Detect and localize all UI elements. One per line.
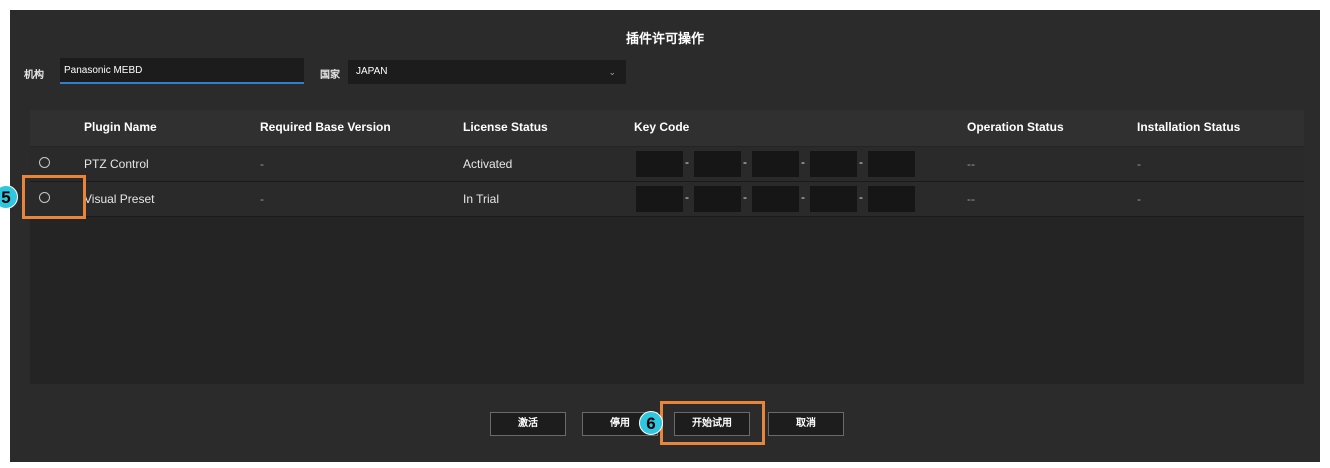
key-separator: - bbox=[743, 155, 747, 169]
header-key-code: Key Code bbox=[634, 120, 690, 134]
activate-button[interactable]: 激活 bbox=[490, 412, 566, 436]
step6-badge: 6 bbox=[639, 411, 663, 435]
key-separator: - bbox=[859, 155, 863, 169]
key-separator: - bbox=[685, 190, 689, 204]
key-code-field-5[interactable] bbox=[868, 186, 915, 212]
key-separator: - bbox=[685, 155, 689, 169]
cancel-button[interactable]: 取消 bbox=[768, 412, 844, 436]
key-separator: - bbox=[801, 190, 805, 204]
key-separator: - bbox=[859, 190, 863, 204]
header-plugin-name: Plugin Name bbox=[84, 120, 157, 134]
header-operation-status: Operation Status bbox=[967, 120, 1064, 134]
installation-status: - bbox=[1137, 157, 1141, 171]
table-header: Plugin Name Required Base Version Licens… bbox=[30, 110, 1304, 146]
plugin-name: PTZ Control bbox=[84, 157, 149, 171]
key-code-field-2[interactable] bbox=[694, 151, 741, 177]
key-code-field-2[interactable] bbox=[694, 186, 741, 212]
key-code-field-1[interactable] bbox=[636, 186, 683, 212]
chevron-down-icon: ⌄ bbox=[608, 67, 616, 77]
key-code-field-5[interactable] bbox=[868, 151, 915, 177]
key-separator: - bbox=[743, 190, 747, 204]
step6-highlight bbox=[660, 401, 765, 445]
table-row[interactable]: PTZ Control - Activated - - - - -- - bbox=[30, 147, 1304, 182]
license-status: In Trial bbox=[463, 192, 500, 206]
key-code-field-3[interactable] bbox=[752, 151, 799, 177]
key-code-field-1[interactable] bbox=[636, 151, 683, 177]
country-label: 国家 bbox=[320, 70, 340, 81]
country-value: JAPAN bbox=[356, 66, 388, 77]
header-installation-status: Installation Status bbox=[1137, 120, 1241, 134]
key-separator: - bbox=[801, 155, 805, 169]
table-row[interactable]: Visual Preset - In Trial - - - - -- - bbox=[30, 182, 1304, 217]
plugin-name: Visual Preset bbox=[84, 192, 155, 206]
header-license-status: License Status bbox=[463, 120, 548, 134]
key-code-field-4[interactable] bbox=[810, 186, 857, 212]
operation-status: -- bbox=[967, 192, 975, 206]
key-code-field-3[interactable] bbox=[752, 186, 799, 212]
key-code-field-4[interactable] bbox=[810, 151, 857, 177]
installation-status: - bbox=[1137, 192, 1141, 206]
row-radio[interactable] bbox=[39, 157, 50, 168]
base-version: - bbox=[260, 192, 264, 206]
country-select[interactable]: JAPAN ⌄ bbox=[348, 60, 626, 84]
header-required-base-version: Required Base Version bbox=[260, 120, 391, 134]
base-version: - bbox=[260, 157, 264, 171]
plugin-table: Plugin Name Required Base Version Licens… bbox=[30, 110, 1304, 384]
plugin-license-dialog: 插件许可操作 机构 国家 JAPAN ⌄ Plugin Name Require… bbox=[10, 10, 1320, 462]
dialog-title: 插件许可操作 bbox=[625, 31, 704, 46]
operation-status: -- bbox=[967, 157, 975, 171]
step5-highlight bbox=[22, 175, 86, 219]
org-input[interactable] bbox=[60, 58, 304, 84]
license-status: Activated bbox=[463, 157, 513, 171]
org-label: 机构 bbox=[24, 70, 44, 81]
